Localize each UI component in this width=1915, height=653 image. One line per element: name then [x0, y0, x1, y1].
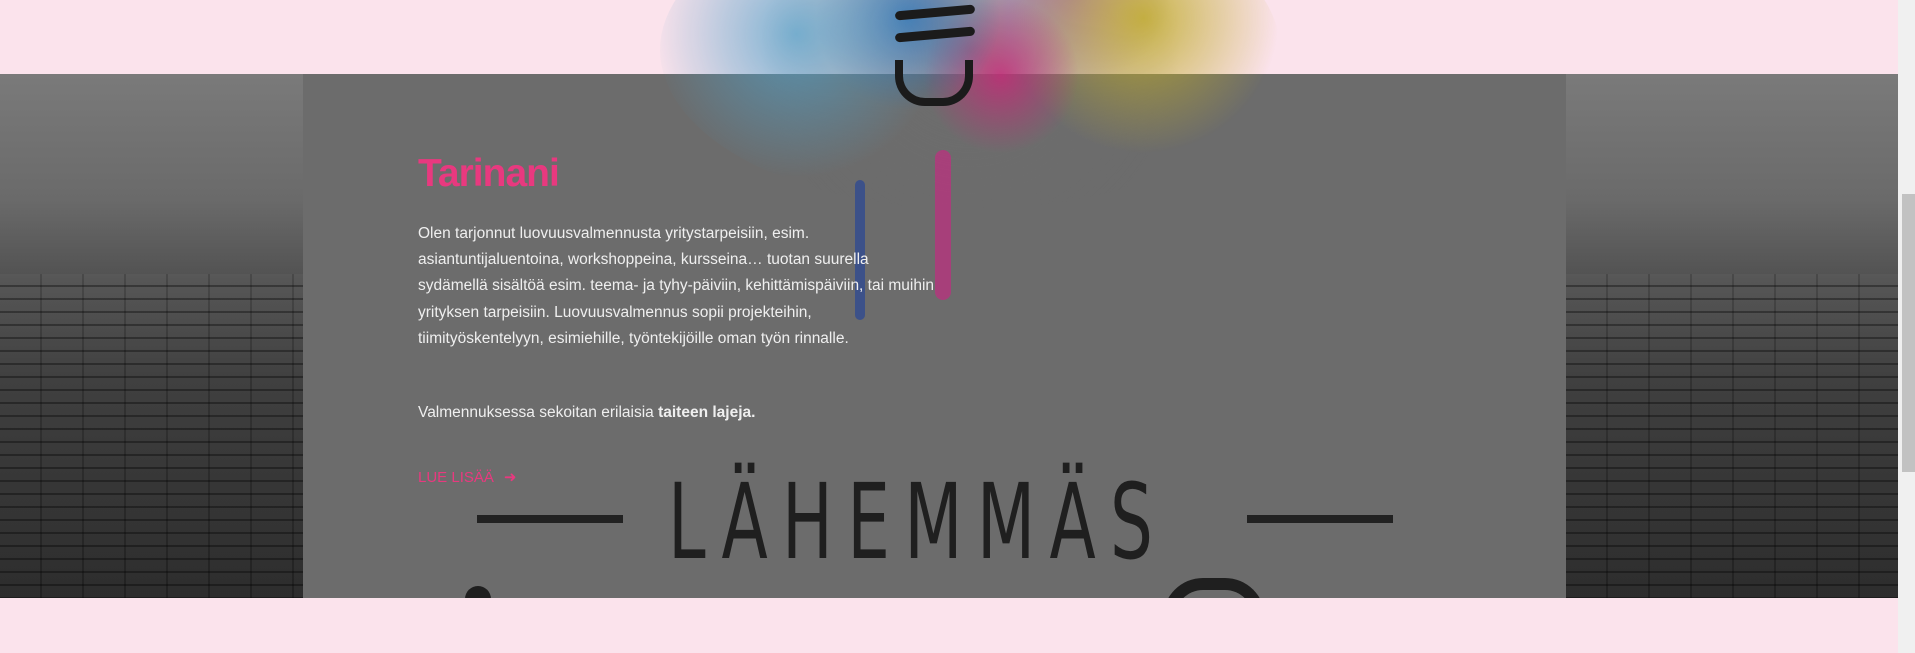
story-content: Tarinani Olen tarjonnut luovuusvalmennus…: [418, 146, 938, 487]
brush-curve: [895, 60, 973, 106]
bottom-band: [0, 598, 1898, 653]
read-more-label: LUE LISÄÄ: [418, 469, 494, 487]
arrow-right-icon: ➜: [503, 469, 517, 487]
scrollbar-thumb[interactable]: [1902, 194, 1915, 472]
methods-text: Valmennuksessa sekoitan erilaisia: [418, 404, 659, 422]
background-floor-right: [1566, 74, 1898, 598]
poster-line-left: [477, 515, 623, 523]
read-more-link[interactable]: LUE LISÄÄ ➜: [418, 469, 516, 486]
intro-paragraph: Olen tarjonnut luovuusvalmennusta yritys…: [418, 225, 935, 347]
section-title: Tarinani: [418, 152, 560, 195]
poster-line-right: [1247, 515, 1393, 523]
methods-paragraph: Valmennuksessa sekoitan erilaisia taitee…: [418, 400, 938, 426]
background-floor-left: [0, 74, 303, 598]
methods-emphasis: taiteen lajeja.: [658, 404, 756, 422]
